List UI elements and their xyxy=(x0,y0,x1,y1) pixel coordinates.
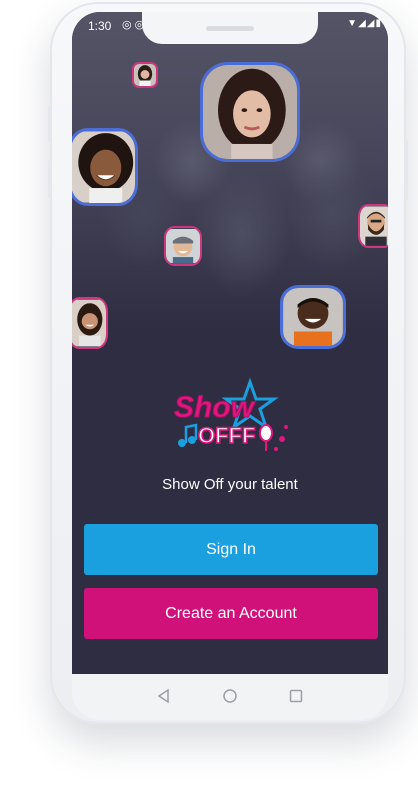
avatar-woman-smiling xyxy=(72,297,108,349)
recents-icon[interactable] xyxy=(288,688,304,704)
create-account-button[interactable]: Create an Account xyxy=(84,588,378,639)
logo-text-offf: OFFF xyxy=(198,423,255,448)
instagram-icon: ◎ xyxy=(122,19,132,31)
phone-side-button xyxy=(48,160,51,198)
android-nav-bar xyxy=(72,674,388,720)
wifi-icon: ▼ xyxy=(347,18,359,29)
microphone-icon xyxy=(259,424,273,451)
status-time: 1:30 xyxy=(88,19,112,33)
home-icon[interactable] xyxy=(222,688,238,704)
signal-icon: ◢ xyxy=(358,18,367,29)
avatar-woman-laughing xyxy=(72,128,138,206)
battery-icon: ▮ xyxy=(375,18,382,29)
avatar-woman-curly xyxy=(200,62,300,162)
sign-in-button[interactable]: Sign In xyxy=(84,524,378,575)
avatar-man-cap xyxy=(164,226,202,266)
phone-side-button xyxy=(48,105,51,143)
music-note-icon xyxy=(178,423,198,447)
status-right-icons: ▼◢◢▮ xyxy=(347,18,382,29)
showofff-logo: Show OFFF xyxy=(172,377,292,457)
avatar-woman-small xyxy=(132,62,158,88)
status-left-icons: ◎ ◎ xyxy=(122,18,144,31)
logo-text-show: Show xyxy=(174,391,256,424)
phone-speaker xyxy=(206,26,254,31)
tagline: Show Off your talent xyxy=(162,476,298,493)
app-icon: ◎ xyxy=(134,19,145,31)
phone-side-button xyxy=(405,140,408,200)
avatar-man-smiling xyxy=(280,285,346,349)
avatar-man-beard xyxy=(358,204,388,248)
app-screen: 1:30 ◎ ◎ ▼◢◢▮ Show OFFF Show Off your ta… xyxy=(72,12,388,674)
back-icon[interactable] xyxy=(156,688,172,704)
